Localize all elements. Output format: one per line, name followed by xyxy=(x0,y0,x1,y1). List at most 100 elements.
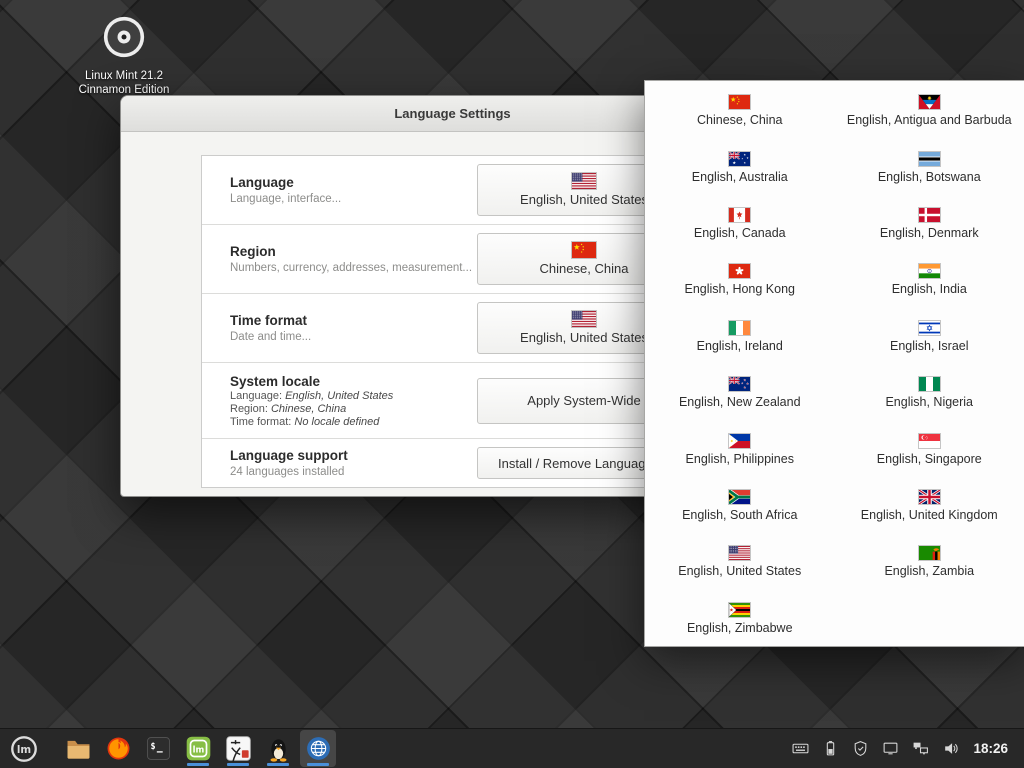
language-option-english-united-kingdom[interactable]: English, United Kingdom xyxy=(835,478,1024,534)
settings-row-time-format: Time format Date and time... English, Unit… xyxy=(202,293,703,362)
row-title: Time format xyxy=(230,313,477,328)
desktop: Linux Mint 21.2 Cinnamon Edition Languag… xyxy=(0,0,1024,768)
button-label: English, United States xyxy=(520,330,648,345)
terminal-launcher[interactable]: $ xyxy=(140,730,176,767)
language-option-english-antigua-and-barbuda[interactable]: English, Antigua and Barbuda xyxy=(835,83,1024,139)
flag-ca-icon xyxy=(729,208,750,222)
flag-us-icon xyxy=(572,173,596,189)
language-option-english-nigeria[interactable]: English, Nigeria xyxy=(835,365,1024,421)
input-language-taskbar-button[interactable] xyxy=(220,730,256,767)
language-option-english-new-zealand[interactable]: English, New Zealand xyxy=(645,365,835,421)
network-indicator[interactable] xyxy=(905,731,935,767)
system-tray xyxy=(785,731,965,767)
running-indicator xyxy=(307,763,329,766)
firefox-launcher[interactable] xyxy=(100,730,136,767)
locale-line-value: Chinese, China xyxy=(271,403,346,415)
software-manager-taskbar-button[interactable]: lm xyxy=(180,730,216,767)
taskbar: lm $ lm 18:26 xyxy=(0,728,1024,768)
flag-il-icon xyxy=(919,321,940,335)
language-option-english-south-africa[interactable]: English, South Africa xyxy=(645,478,835,534)
desktop-icon-label-line1: Linux Mint 21.2 xyxy=(72,69,176,83)
running-indicator xyxy=(267,763,289,766)
row-info-language-support: Language support 24 languages installed xyxy=(230,448,477,478)
language-option-english-philippines[interactable]: English, Philippines xyxy=(645,421,835,477)
cd-disc-glyph-icon xyxy=(101,14,147,60)
flag-nz-icon xyxy=(729,377,750,391)
flag-gb-icon xyxy=(919,490,940,504)
language-option-english-botswana[interactable]: English, Botswana xyxy=(835,139,1024,195)
language-option-label: English, Singapore xyxy=(877,452,982,466)
desktop-icon-label: Linux Mint 21.2 Cinnamon Edition xyxy=(72,69,176,98)
language-option-english-zimbabwe[interactable]: English, Zimbabwe xyxy=(645,591,835,647)
flag-ph-icon xyxy=(729,434,750,448)
language-option-english-india[interactable]: English, India xyxy=(835,252,1024,308)
flag-hk-icon xyxy=(729,264,750,278)
language-option-english-australia[interactable]: English, Australia xyxy=(645,139,835,195)
display-indicator[interactable] xyxy=(875,731,905,767)
flag-cn-icon xyxy=(729,95,750,109)
shield-icon xyxy=(852,740,869,757)
flag-ie-icon xyxy=(729,321,750,335)
language-option-english-denmark[interactable]: English, Denmark xyxy=(835,196,1024,252)
language-option-english-singapore[interactable]: English, Singapore xyxy=(835,421,1024,477)
language-grid: Chinese, China English, Antigua and Barbu… xyxy=(645,81,1024,647)
flag-dk-icon xyxy=(919,208,940,222)
locale-line-label: Region: xyxy=(230,403,271,415)
keyboard-indicator[interactable] xyxy=(785,731,815,767)
row-subtitle: Date and time... xyxy=(230,331,477,343)
language-option-label: English, Hong Kong xyxy=(685,282,796,296)
flag-us-icon xyxy=(572,311,596,327)
row-subtitle: Language, interface... xyxy=(230,193,477,205)
desktop-icon-linux-mint[interactable]: Linux Mint 21.2 Cinnamon Edition xyxy=(72,14,176,98)
language-option-english-zambia[interactable]: English, Zambia xyxy=(835,534,1024,590)
flag-ag-icon xyxy=(919,95,940,109)
clock[interactable]: 18:26 xyxy=(973,741,1008,756)
language-option-label: English, Zambia xyxy=(884,564,974,578)
settings-row-language: Language Language, interface... English, U… xyxy=(202,156,703,224)
flag-zw-icon xyxy=(729,603,750,617)
language-option-english-hong-kong[interactable]: English, Hong Kong xyxy=(645,252,835,308)
running-indicator xyxy=(187,763,209,766)
row-subtitle: Numbers, currency, addresses, measuremen… xyxy=(230,262,477,274)
language-option-label: English, Philippines xyxy=(686,452,794,466)
cd-disc-icon xyxy=(101,47,147,64)
language-option-english-canada[interactable]: English, Canada xyxy=(645,196,835,252)
svg-text:$: $ xyxy=(150,741,155,751)
tux-app-taskbar-button[interactable] xyxy=(260,730,296,767)
flag-bw-icon xyxy=(919,152,940,166)
shield-indicator[interactable] xyxy=(845,731,875,767)
language-option-english-united-states[interactable]: English, United States xyxy=(645,534,835,590)
flag-sg-icon xyxy=(919,434,940,448)
language-settings-taskbar-button[interactable] xyxy=(300,730,336,767)
locale-line: Region: Chinese, China xyxy=(230,403,477,415)
row-subtitle: 24 languages installed xyxy=(230,466,477,478)
language-option-label: English, Australia xyxy=(692,170,788,184)
row-title: Language xyxy=(230,175,477,190)
language-option-label: English, New Zealand xyxy=(679,395,801,409)
running-apps-group: lm xyxy=(178,730,338,767)
files-launcher[interactable] xyxy=(60,730,96,767)
launcher-group: $ xyxy=(58,730,178,767)
battery-indicator[interactable] xyxy=(815,731,845,767)
window-title: Language Settings xyxy=(394,106,510,121)
language-option-label: English, Israel xyxy=(890,339,969,353)
row-title: Region xyxy=(230,244,477,259)
flag-cn-icon xyxy=(572,242,596,258)
settings-row-language-support: Language support24 languages installedIn… xyxy=(202,438,703,487)
language-option-english-israel[interactable]: English, Israel xyxy=(835,309,1024,365)
language-option-chinese-china[interactable]: Chinese, China xyxy=(645,83,835,139)
menu-button[interactable]: lm xyxy=(6,731,42,767)
volume-indicator[interactable] xyxy=(935,731,965,767)
language-option-label: Chinese, China xyxy=(697,113,782,127)
row-title: Language support xyxy=(230,448,477,463)
running-indicator xyxy=(227,763,249,766)
tux-icon xyxy=(265,735,292,762)
locale-chars-icon xyxy=(225,735,252,762)
row-info-system-locale: System localeLanguage: English, United S… xyxy=(230,374,477,428)
button-label: English, United States xyxy=(520,192,648,207)
flag-ng-icon xyxy=(919,377,940,391)
language-option-english-ireland[interactable]: English, Ireland xyxy=(645,309,835,365)
terminal-icon: $ xyxy=(145,735,172,762)
locale-line-label: Time format: xyxy=(230,416,294,428)
row-info-time-format: Time format Date and time... xyxy=(230,313,477,343)
